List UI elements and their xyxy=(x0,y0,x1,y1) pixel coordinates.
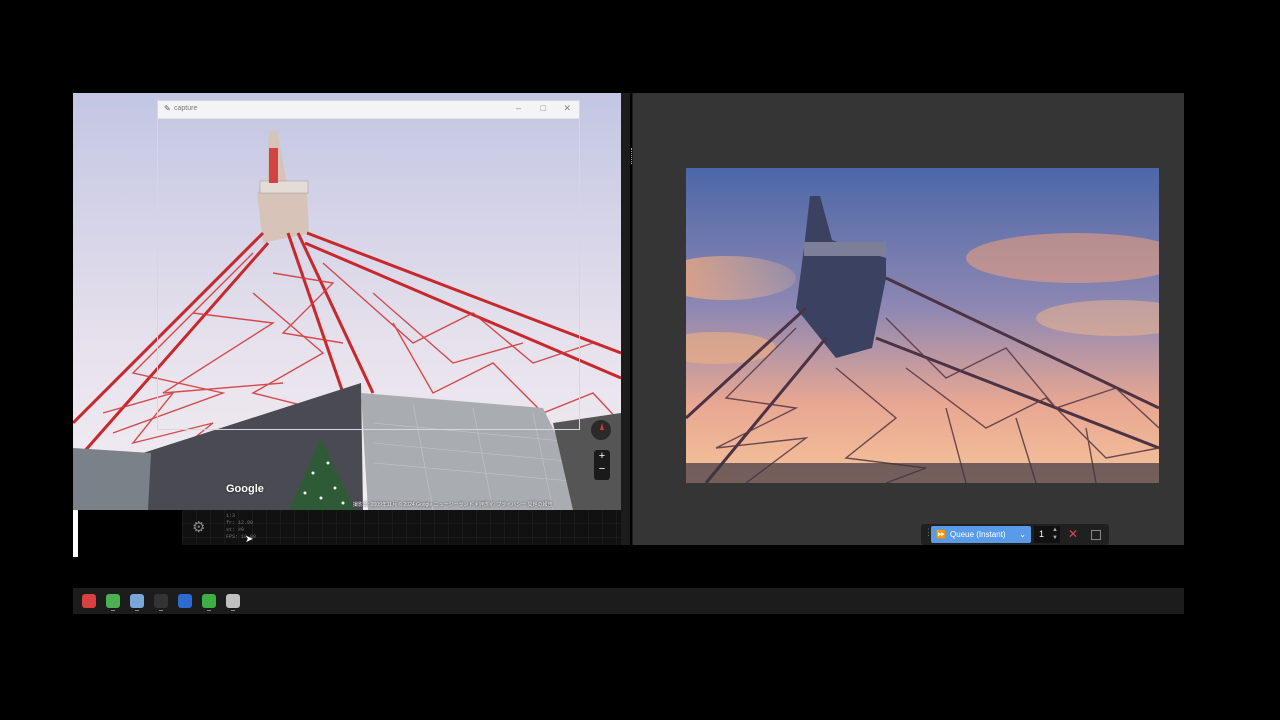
output-pane: ⋮ ⏩ Queue (Instant) ⌄ 1 ▲ ▼ ✕ xyxy=(633,93,1184,545)
zoom-in-button[interactable]: + xyxy=(594,450,610,463)
taskbar xyxy=(73,588,1184,614)
stats-line: st: #0 xyxy=(226,527,245,533)
mouse-cursor-icon: ➤ xyxy=(245,534,254,545)
running-indicator xyxy=(159,610,163,611)
queue-bar: ⋮ ⏩ Queue (Instant) ⌄ 1 ▲ ▼ ✕ xyxy=(921,524,1109,545)
street-view-pane[interactable]: ✎ capture – □ ✕ Google 撮影日: 2009年11月 © 2… xyxy=(73,93,621,510)
settings-panel: ⚙ 1:3 fr: 12.00 st: #0 FPS: 10.00 ➤ xyxy=(182,510,628,545)
chrome-icon[interactable] xyxy=(106,594,120,608)
running-indicator xyxy=(231,610,235,611)
running-indicator xyxy=(111,610,115,611)
chat-icon[interactable] xyxy=(202,594,216,608)
stats-line: 1:3 xyxy=(226,513,236,519)
zoom-control[interactable]: + − xyxy=(594,450,610,480)
maximize-icon[interactable]: □ xyxy=(541,103,546,113)
stop-icon[interactable] xyxy=(1091,530,1101,540)
queue-button-label: Queue (Instant) xyxy=(950,530,1006,539)
chevron-down-icon[interactable]: ▼ xyxy=(1052,534,1058,542)
capture-titlebar[interactable]: ✎ capture – □ ✕ xyxy=(158,101,579,119)
minimize-icon[interactable]: – xyxy=(516,103,521,113)
window-edge xyxy=(73,510,78,557)
running-indicator xyxy=(207,610,211,611)
running-indicator xyxy=(135,610,139,611)
fast-forward-icon: ⏩ xyxy=(936,530,946,539)
queue-button[interactable]: ⏩ Queue (Instant) ⌄ xyxy=(931,526,1031,543)
capture-window[interactable]: ✎ capture – □ ✕ xyxy=(157,100,580,430)
chevron-up-icon[interactable]: ▲ xyxy=(1052,526,1058,534)
google-logo: Google xyxy=(226,483,264,495)
pen-icon[interactable] xyxy=(178,594,192,608)
feather-icon: ✎ xyxy=(164,104,171,113)
app-icon-1[interactable] xyxy=(82,594,96,608)
capture-title: capture xyxy=(174,105,198,112)
close-icon[interactable]: ✕ xyxy=(563,103,571,114)
chevron-down-icon[interactable]: ⌄ xyxy=(1019,526,1026,543)
app-icon-7[interactable] xyxy=(226,594,240,608)
generated-image[interactable] xyxy=(686,168,1159,483)
map-footer: 撮影日: 2009年11月 © 2024 Google ニュージーランド 利用規… xyxy=(353,502,553,508)
count-stepper[interactable]: ▲ ▼ xyxy=(1052,526,1058,542)
compass-icon[interactable] xyxy=(590,419,612,441)
zoom-out-button[interactable]: − xyxy=(594,463,610,476)
anime-tower-illustration xyxy=(686,168,1159,483)
comfyui-icon[interactable] xyxy=(130,594,144,608)
terminal-icon[interactable] xyxy=(154,594,168,608)
gear-icon[interactable]: ⚙ xyxy=(192,518,205,536)
stats-line: fr: 12.00 xyxy=(226,520,254,526)
cancel-icon[interactable]: ✕ xyxy=(1068,526,1078,543)
